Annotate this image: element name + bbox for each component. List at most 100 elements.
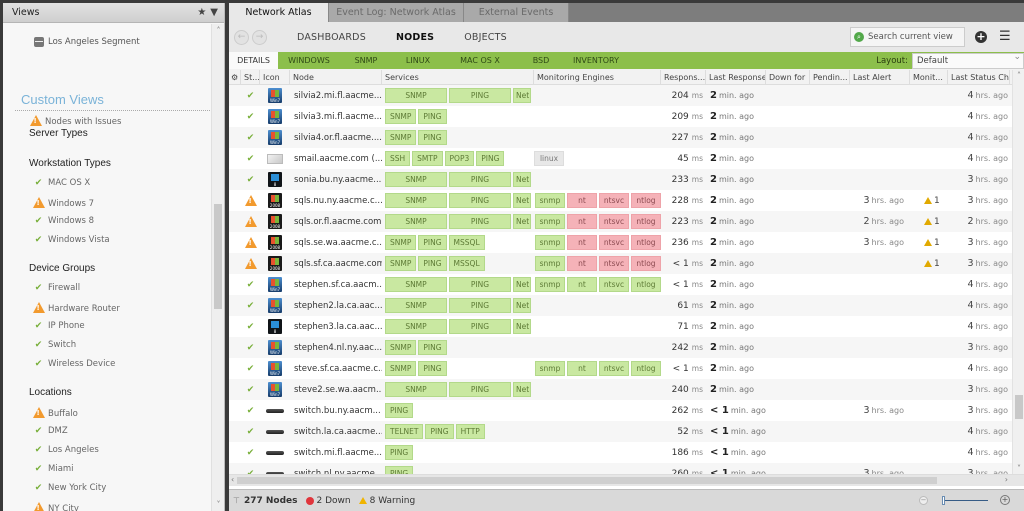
scroll-down-icon[interactable]: ˅ [212, 500, 225, 509]
sidebar-item-nodes-with-issues[interactable]: Nodes with Issues [29, 115, 121, 129]
engine-badge[interactable]: snmp [535, 277, 565, 292]
engine-badge[interactable]: nt [567, 193, 597, 208]
sidebar-item-los-angeles[interactable]: ✔ Los Angeles [32, 445, 99, 455]
down-count[interactable]: 2 Down [317, 496, 351, 506]
subtab-snmp[interactable]: SNMP [340, 52, 392, 69]
engine-badge[interactable]: ntsvc [599, 361, 629, 376]
add-button[interactable]: + [975, 31, 987, 43]
table-row[interactable]: ✔ switch.la.ca.aacme.... TELNET PING HTTP 52 m… [229, 421, 1024, 442]
filter-icon[interactable]: ▼ [210, 7, 218, 18]
settings-gear-icon[interactable]: ⚙ [229, 70, 241, 85]
filter-icon[interactable]: ⊤ [233, 496, 240, 505]
table-row[interactable]: ✔ Win7 silvia3.mi.fl.aacme.... SNMP PING 209 m… [229, 106, 1024, 127]
zoom-slider[interactable] [942, 495, 988, 505]
service-badge[interactable]: PING [385, 403, 414, 418]
scroll-up-icon[interactable]: ˄ [212, 26, 225, 35]
node-name[interactable]: sonia.bu.ny.aacme.... [290, 169, 382, 190]
engine-badge[interactable]: ntlog [631, 193, 661, 208]
service-badge[interactable]: SNMP [385, 256, 417, 271]
service-badge[interactable]: MSSQL [448, 235, 485, 250]
sidebar-item-hardware-router[interactable]: Hardware Router [32, 302, 120, 316]
scroll-up-icon[interactable]: ˄ [1013, 71, 1024, 80]
table-row[interactable]: ✔ switch.mi.fl.aacme.... PING 186 ms < 1 min. … [229, 442, 1024, 463]
node-name[interactable]: smail.aacme.com (... [290, 148, 382, 169]
engine-badge[interactable]: ntlog [631, 235, 661, 250]
table-row[interactable]: ✔ switch.bu.ny.aacm... PING 262 ms < 1 min. ag… [229, 400, 1024, 421]
node-name[interactable]: silvia4.or.fl.aacme.... [290, 127, 382, 148]
service-badge[interactable]: PING [418, 340, 447, 355]
zoom-in-button[interactable]: + [1000, 495, 1010, 505]
tab-network-atlas[interactable]: Network Atlas [229, 3, 329, 22]
subtab-details[interactable]: DETAILS [229, 52, 278, 69]
scroll-right-icon[interactable]: › [1005, 475, 1008, 484]
node-name[interactable]: silvia3.mi.fl.aacme.... [290, 106, 382, 127]
service-badge[interactable]: SNMP [385, 277, 447, 292]
service-badge[interactable]: Net [513, 319, 531, 334]
table-row[interactable]: ✔ Win7 stephen.sf.ca.aacm... SNMP PING Net snm… [229, 274, 1024, 295]
node-name[interactable]: sqls.sf.ca.aacme.com [290, 253, 382, 274]
search-input[interactable]: ⌕ Search current view [850, 27, 965, 47]
engine-badge[interactable]: ntlog [631, 256, 661, 271]
table-row[interactable]: 2008 sqls.nu.ny.aacme.c...SNMPPINGNetsnmp… [229, 190, 1024, 211]
table-row[interactable]: ✔ Win7 stephen4.nl.ny.aac... SNMP PING 242 ms 2… [229, 337, 1024, 358]
engine-badge[interactable]: snmp [535, 235, 565, 250]
service-badge[interactable]: Net [513, 277, 531, 292]
service-badge[interactable]: PING [449, 172, 511, 187]
service-badge[interactable]: SNMP [385, 361, 417, 376]
table-row[interactable]: ✔ 8 stephen3.la.ca.aac... SNMP PING Net 71 ms 2 m… [229, 316, 1024, 337]
node-name[interactable]: steve2.se.wa.aacm... [290, 379, 382, 400]
node-name[interactable]: stephen3.la.ca.aac... [290, 316, 382, 337]
sidebar-item-new-york-city[interactable]: ✔ New York City [32, 483, 107, 493]
sidebar-scrollbar[interactable]: ˄ ˅ [211, 24, 224, 511]
service-badge[interactable]: Net [513, 193, 531, 208]
grid-horizontal-scrollbar[interactable]: ‹ › [229, 474, 1024, 486]
column-header-monit[interactable]: Monit... [910, 70, 948, 85]
sidebar-item-windows-vista[interactable]: ✔ Windows Vista [32, 235, 110, 245]
monitor-count[interactable]: 1 [934, 217, 940, 227]
column-header-last-response[interactable]: Last Response [706, 70, 766, 85]
service-badge[interactable]: Net [513, 298, 531, 313]
column-header-monitoring-engines[interactable]: Monitoring Engines [534, 70, 661, 85]
table-row[interactable]: 2008sqls.se.wa.aacme.c...SNMPPINGMSSQLsn… [229, 232, 1024, 253]
node-name[interactable]: switch.la.ca.aacme.... [290, 421, 382, 442]
engine-badge[interactable]: nt [567, 256, 597, 271]
sidebar-item-ny-city[interactable]: NY City [32, 502, 79, 511]
service-badge[interactable]: SNMP [385, 382, 447, 397]
service-badge[interactable]: PING [418, 256, 447, 271]
service-badge[interactable]: PING [418, 361, 447, 376]
table-row[interactable]: ✔ Win7 steve.sf.ca.aacme.c... SNMP PING snmp n… [229, 358, 1024, 379]
table-row[interactable]: ✔ Win7 stephen2.la.ca.aac... SNMP PING Net 61 m… [229, 295, 1024, 316]
monitor-count[interactable]: 1 [934, 238, 940, 248]
scroll-thumb[interactable] [214, 204, 222, 309]
sidebar-item-windows-8[interactable]: ✔ Windows 8 [32, 216, 94, 226]
sidebar-item-dmz[interactable]: ✔ DMZ [32, 426, 68, 436]
sidebar-item-windows-7[interactable]: Windows 7 [32, 197, 94, 211]
scroll-left-icon[interactable]: ‹ [231, 475, 234, 484]
subtab-mac-os-x[interactable]: MAC OS X [444, 52, 516, 69]
column-header-services[interactable]: Services [382, 70, 534, 85]
zoom-out-button[interactable]: − [919, 495, 928, 505]
sidebar-item-miami[interactable]: ✔ Miami [32, 464, 74, 474]
engine-badge[interactable]: ntsvc [599, 193, 629, 208]
node-name[interactable]: switch.mi.fl.aacme.... [290, 442, 382, 463]
service-badge[interactable]: PING [449, 319, 511, 334]
service-badge[interactable]: PING [449, 298, 511, 313]
objects-link[interactable]: OBJECTS [464, 32, 507, 43]
service-badge[interactable]: SNMP [385, 193, 447, 208]
service-badge[interactable]: PING [449, 382, 511, 397]
sidebar-item-switch[interactable]: ✔ Switch [32, 340, 76, 350]
service-badge[interactable]: PING [418, 130, 447, 145]
monitor-count[interactable]: 1 [934, 196, 940, 206]
node-count[interactable]: 277 Nodes [244, 496, 298, 506]
service-badge[interactable]: SNMP [385, 109, 417, 124]
back-button[interactable]: ← [234, 29, 249, 45]
column-header-node[interactable]: Node [290, 70, 382, 85]
service-badge[interactable]: Net [513, 214, 531, 229]
service-badge[interactable]: Net [513, 88, 531, 103]
service-badge[interactable]: SNMP [385, 172, 447, 187]
node-name[interactable]: stephen.sf.ca.aacm... [290, 274, 382, 295]
service-badge[interactable]: Net [513, 172, 531, 187]
node-name[interactable]: sqls.or.fl.aacme.com [290, 211, 382, 232]
service-badge[interactable]: PING [449, 88, 511, 103]
engine-badge[interactable]: ntsvc [599, 277, 629, 292]
